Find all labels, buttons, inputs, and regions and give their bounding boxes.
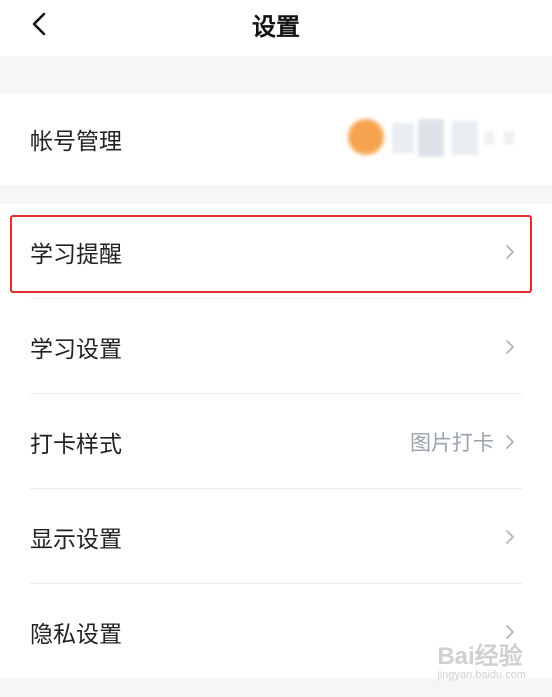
chevron-right-icon: [506, 434, 514, 449]
masked-block: [392, 123, 414, 153]
settings-list: 学习提醒 学习设置 打卡样式 图片打卡 显示设置 隐私设置: [0, 204, 552, 678]
masked-block: [484, 131, 494, 145]
masked-avatar-and-name: [348, 119, 518, 159]
settings-item-study-reminder[interactable]: 学习提醒: [0, 204, 552, 299]
watermark-url: jingyan.baidu.com: [437, 669, 526, 681]
page-title: 设置: [252, 13, 300, 41]
masked-block: [418, 119, 444, 157]
avatar: [348, 119, 384, 155]
account-row[interactable]: 帐号管理: [0, 93, 552, 185]
settings-item-label: 隐私设置: [30, 621, 122, 648]
chevron-right-icon: [506, 244, 514, 259]
account-section: 帐号管理: [0, 93, 552, 185]
masked-block: [504, 131, 514, 145]
settings-item-checkin-style[interactable]: 打卡样式 图片打卡: [0, 394, 552, 489]
settings-item-label: 学习提醒: [30, 241, 122, 268]
settings-item-label: 显示设置: [30, 526, 122, 553]
watermark-brand: Bai经验: [437, 643, 523, 670]
account-label: 帐号管理: [30, 129, 122, 155]
masked-block: [452, 121, 478, 155]
settings-item-label: 打卡样式: [30, 431, 122, 458]
settings-item-study-settings[interactable]: 学习设置: [0, 299, 552, 394]
settings-item-display-settings[interactable]: 显示设置: [0, 489, 552, 584]
chevron-right-icon: [506, 339, 514, 354]
settings-item-value: 图片打卡: [410, 430, 494, 455]
watermark: Bai经验 jingyan.baidu.com: [437, 636, 526, 681]
settings-item-label: 学习设置: [30, 336, 122, 363]
top-bar: 设置: [0, 0, 552, 56]
chevron-right-icon: [506, 529, 514, 544]
